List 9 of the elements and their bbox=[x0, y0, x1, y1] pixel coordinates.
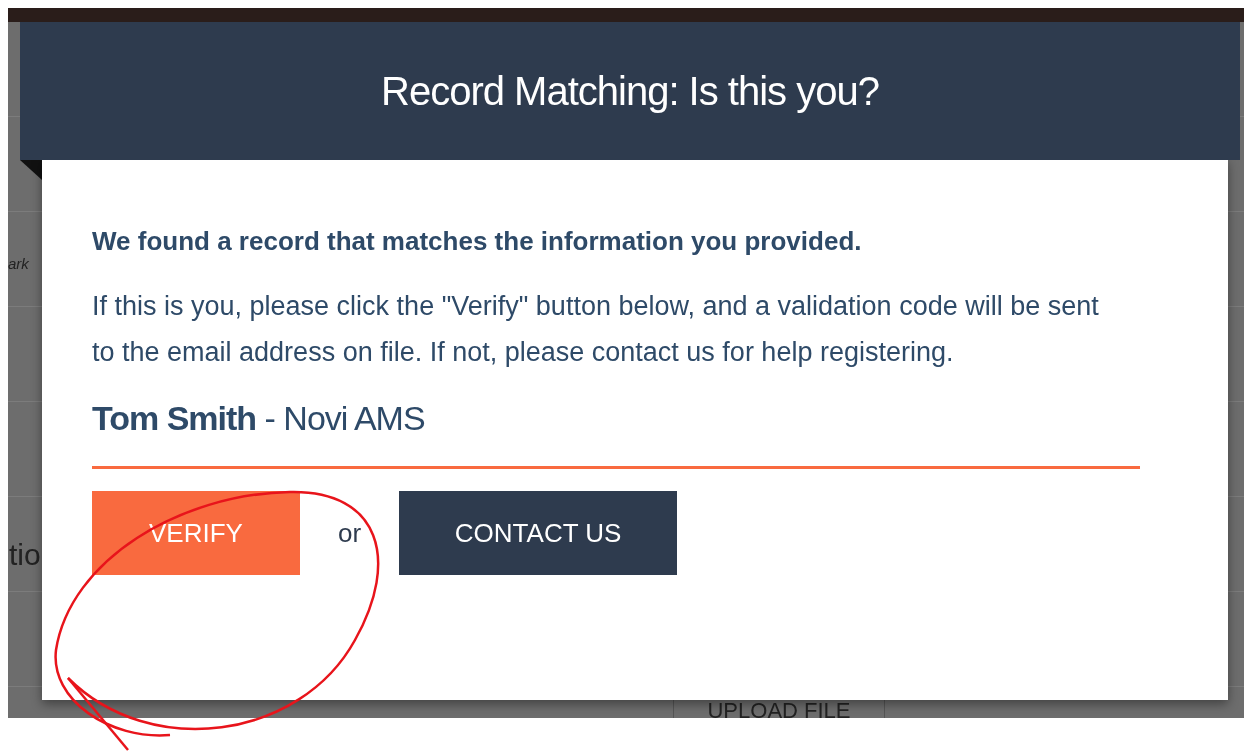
lead-text: We found a record that matches the information you provided. bbox=[92, 225, 863, 258]
text-fragment: ark bbox=[8, 254, 29, 274]
text-fragment: tio bbox=[9, 537, 41, 573]
message-text: If this is you, please click the "Verify" button below, and a validation code will be sent to the email address on file. If not, please contact us for help registering. bbox=[92, 290, 1100, 369]
modal-title: Record Matching: Is this you? bbox=[381, 68, 879, 115]
or-text: or bbox=[338, 516, 362, 550]
contact-button[interactable]: CONTACT US bbox=[399, 491, 678, 575]
record-name: Tom Smith - Novi AMS bbox=[92, 398, 426, 439]
verify-button[interactable]: VERIFY bbox=[92, 491, 300, 575]
